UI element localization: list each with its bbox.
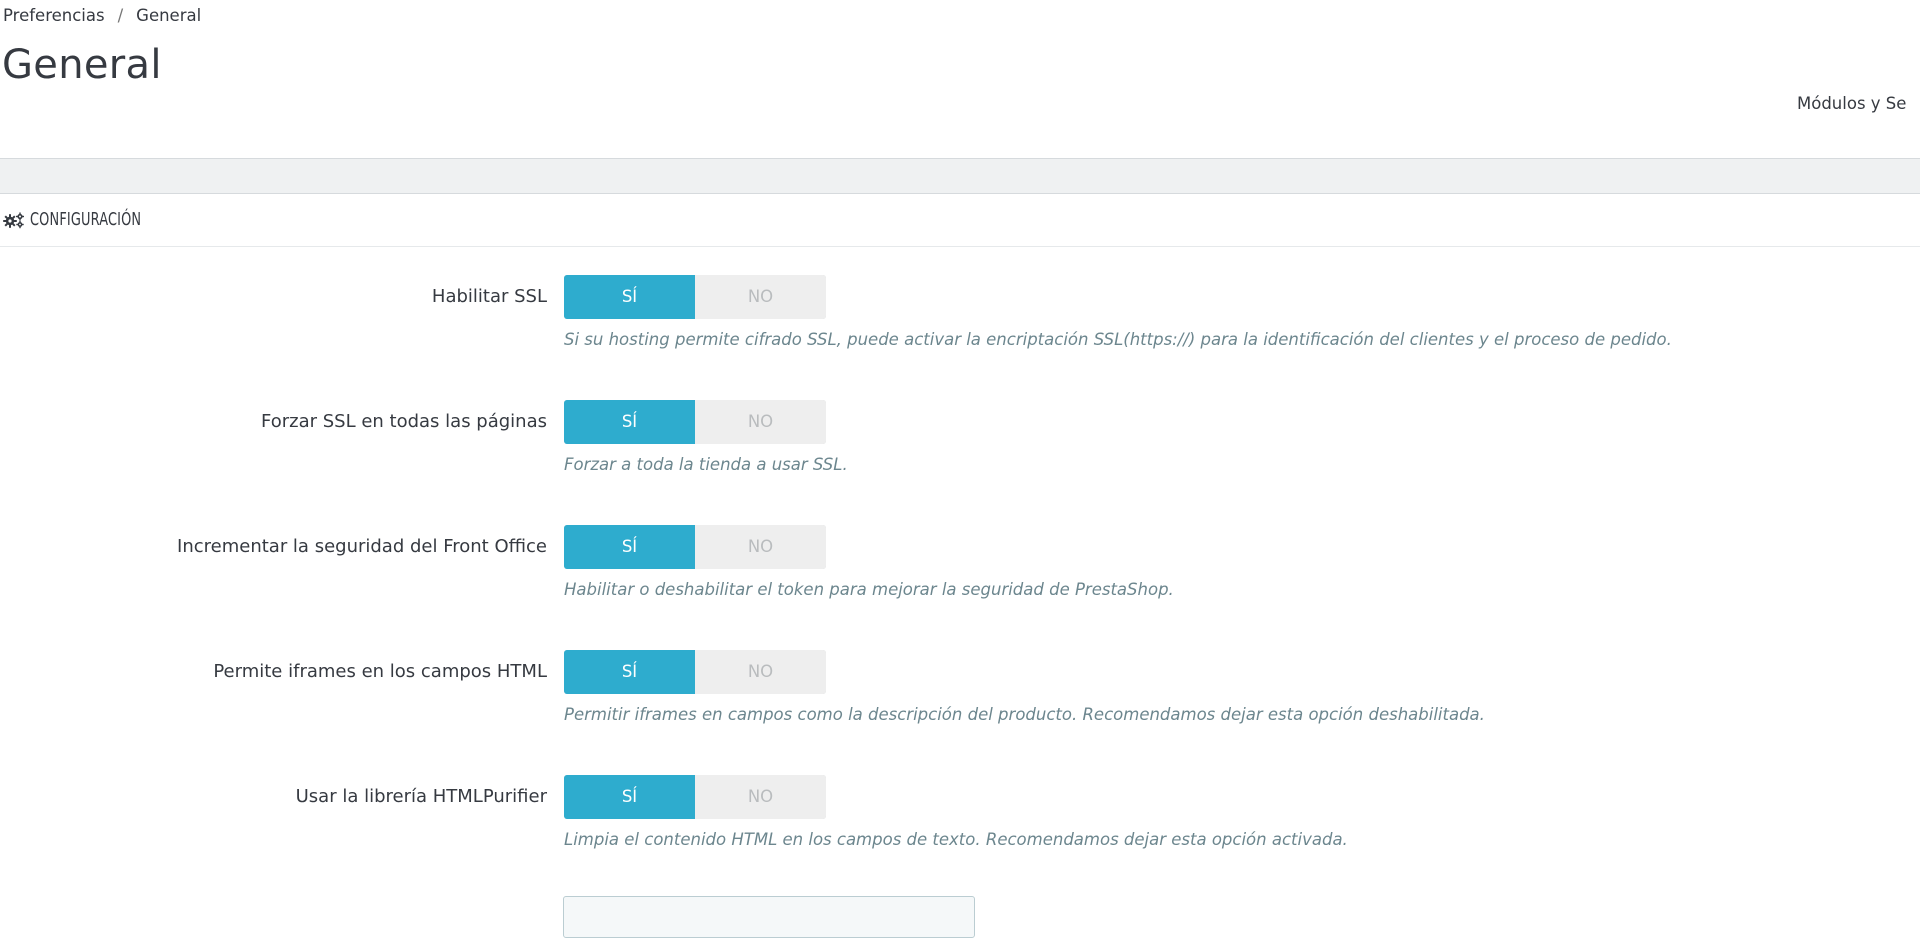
- setting-help-text: Limpia el contenido HTML en los campos d…: [564, 830, 1348, 849]
- tab-modulos-y-servicios[interactable]: Módulos y Se: [1797, 94, 1906, 113]
- switch-no-option[interactable]: NO: [695, 650, 826, 694]
- switch-yes-option[interactable]: SÍ: [564, 775, 695, 819]
- setting-label: Incrementar la seguridad del Front Offic…: [177, 536, 547, 557]
- setting-label: Habilitar SSL: [431, 286, 547, 307]
- breadcrumb-link-preferencias[interactable]: Preferencias: [3, 6, 105, 25]
- panel-title: CONFIGURACIÓN: [30, 210, 142, 230]
- iframes-toggle[interactable]: SÍ NO: [564, 650, 826, 694]
- panel-header: CONFIGURACIÓN: [0, 194, 1920, 247]
- breadcrumb-current: General: [136, 6, 202, 25]
- switch-yes-option[interactable]: SÍ: [564, 275, 695, 319]
- setting-label: Permite iframes en los campos HTML: [213, 661, 547, 682]
- setting-label: Usar la librería HTMLPurifier: [295, 786, 547, 807]
- switch-yes-option[interactable]: SÍ: [564, 525, 695, 569]
- htmlpurifier-toggle[interactable]: SÍ NO: [564, 775, 826, 819]
- ssl-toggle[interactable]: SÍ NO: [564, 275, 826, 319]
- breadcrumb: Preferencias / General: [3, 6, 201, 25]
- page-title: General: [2, 42, 162, 88]
- breadcrumb-separator: /: [117, 6, 124, 25]
- setting-help-text: Si su hosting permite cifrado SSL, puede…: [564, 330, 1672, 349]
- next-setting-input[interactable]: [563, 896, 975, 938]
- setting-help-text: Habilitar o deshabilitar el token para m…: [564, 580, 1174, 599]
- setting-label: Forzar SSL en todas las páginas: [261, 411, 547, 432]
- switch-no-option[interactable]: NO: [695, 400, 826, 444]
- switch-yes-option[interactable]: SÍ: [564, 400, 695, 444]
- switch-yes-option[interactable]: SÍ: [564, 650, 695, 694]
- setting-help-text: Permitir iframes en campos como la descr…: [564, 705, 1485, 724]
- front-office-token-toggle[interactable]: SÍ NO: [564, 525, 826, 569]
- switch-no-option[interactable]: NO: [695, 525, 826, 569]
- force-ssl-toggle[interactable]: SÍ NO: [564, 400, 826, 444]
- setting-help-text: Forzar a toda la tienda a usar SSL.: [564, 455, 848, 474]
- toolbar-band: [0, 158, 1920, 194]
- switch-no-option[interactable]: NO: [695, 275, 826, 319]
- cogs-icon: [2, 211, 26, 229]
- switch-no-option[interactable]: NO: [695, 775, 826, 819]
